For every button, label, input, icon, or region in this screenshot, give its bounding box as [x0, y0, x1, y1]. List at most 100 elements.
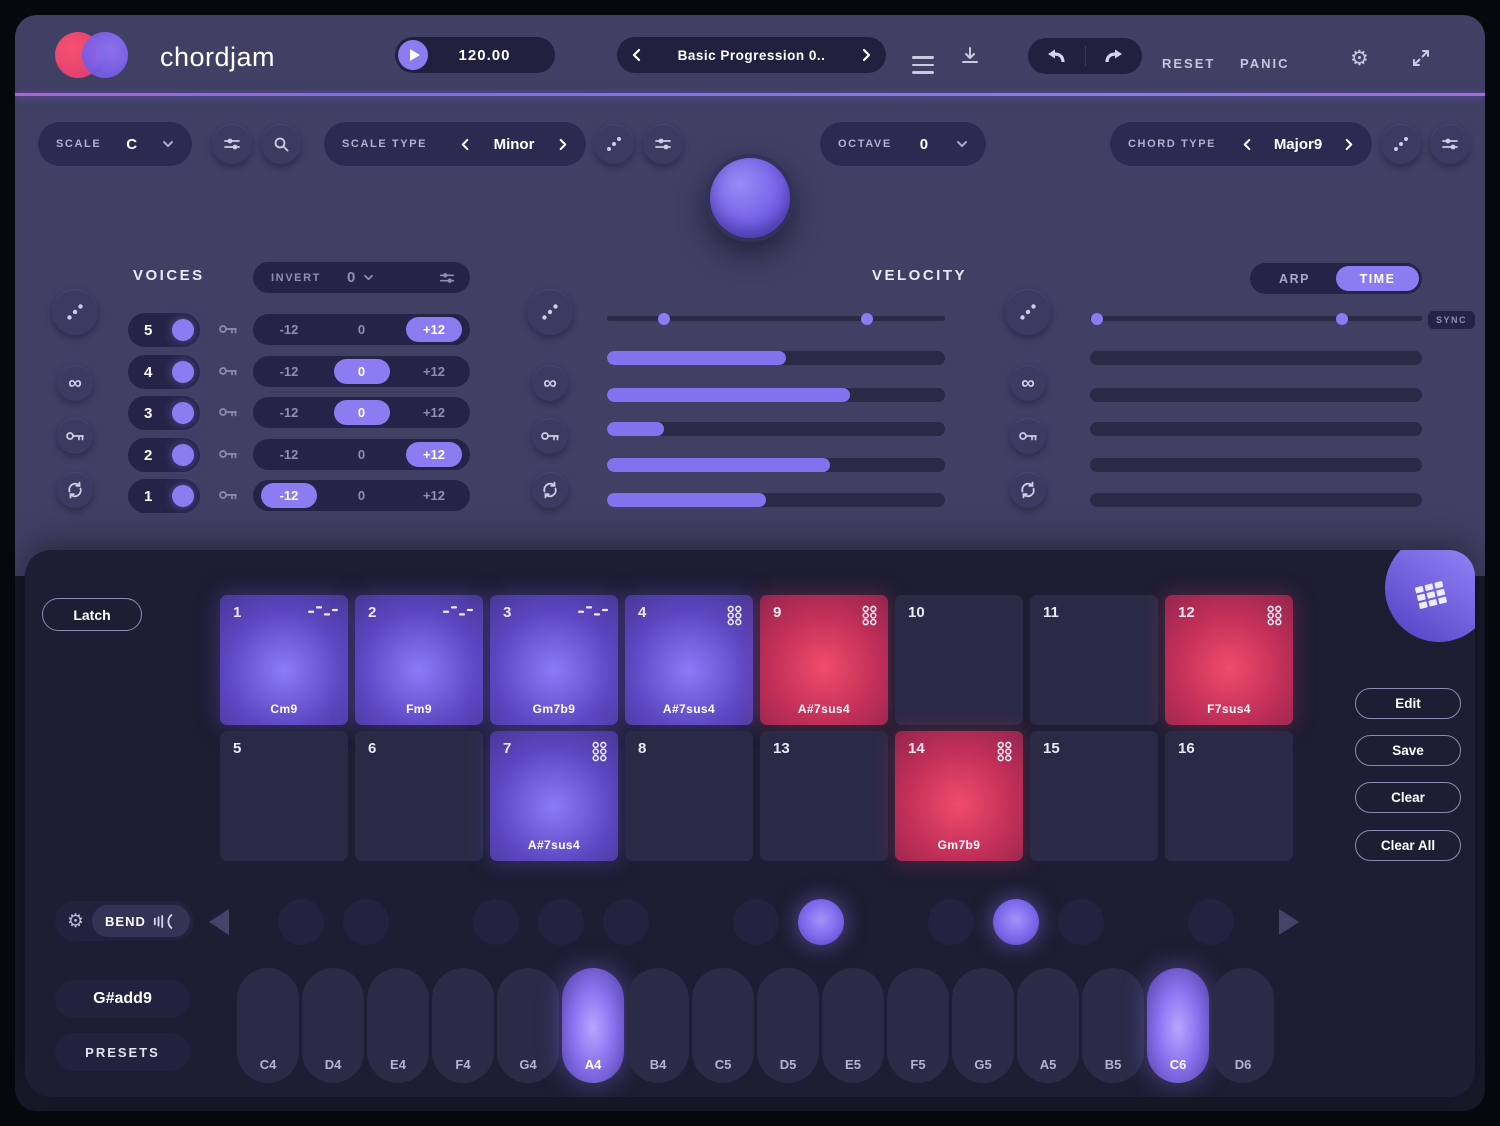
- opt-zero[interactable]: 0: [334, 400, 390, 425]
- black-key-Csharp5[interactable]: [733, 899, 779, 945]
- key-G4[interactable]: G4: [497, 968, 559, 1083]
- voices-infinity-button[interactable]: ∞: [57, 365, 93, 401]
- pad-2[interactable]: 2 Fm9: [355, 595, 483, 725]
- bend-toggle[interactable]: BEND: [92, 905, 190, 937]
- key-icon[interactable]: [218, 488, 238, 507]
- velocity-bar-2[interactable]: [607, 388, 945, 402]
- pad-14[interactable]: 14 Gm7b9: [895, 731, 1023, 861]
- preset-next-button[interactable]: [860, 48, 872, 62]
- velocity-random-button[interactable]: [527, 289, 573, 335]
- voice-on-toggle[interactable]: [172, 319, 194, 341]
- time-bar-1[interactable]: [1090, 351, 1422, 365]
- resize-button[interactable]: [1411, 48, 1431, 71]
- key-F5[interactable]: F5: [887, 968, 949, 1083]
- octave-left-arrow[interactable]: [209, 909, 229, 935]
- scale-sliders-button[interactable]: [212, 124, 252, 164]
- opt-minus12[interactable]: -12: [261, 400, 317, 425]
- preset-prev-button[interactable]: [631, 48, 643, 62]
- key-D6[interactable]: D6: [1212, 968, 1274, 1083]
- time-infinity-button[interactable]: ∞: [1010, 365, 1046, 401]
- pad-12[interactable]: 12 F7sus4: [1165, 595, 1293, 725]
- voice-on-toggle[interactable]: [172, 361, 194, 383]
- voices-random-button[interactable]: [52, 289, 98, 335]
- opt-plus12[interactable]: +12: [406, 400, 462, 425]
- key-A5[interactable]: A5: [1017, 968, 1079, 1083]
- key-F4[interactable]: F4: [432, 968, 494, 1083]
- time-range-handle-high[interactable]: [1336, 313, 1348, 325]
- pad-4[interactable]: 4 A#7sus4: [625, 595, 753, 725]
- black-key-Fsharp4[interactable]: [473, 899, 519, 945]
- opt-zero[interactable]: 0: [334, 359, 390, 384]
- panic-button[interactable]: PANIC: [1240, 56, 1289, 71]
- chord-settings-button[interactable]: [1430, 124, 1470, 164]
- velocity-range-handle-low[interactable]: [658, 313, 670, 325]
- velocity-bar-4[interactable]: [607, 458, 945, 472]
- velocity-bar-5[interactable]: [607, 493, 945, 507]
- time-reset-button[interactable]: [1010, 472, 1046, 508]
- voice-on-toggle[interactable]: [172, 485, 194, 507]
- velocity-range-handle-high[interactable]: [861, 313, 873, 325]
- voice-row-1[interactable]: 1: [128, 479, 200, 513]
- invert-sliders-button[interactable]: [438, 269, 456, 287]
- voice-on-toggle[interactable]: [172, 402, 194, 424]
- time-random-button[interactable]: [1005, 289, 1051, 335]
- key-C6[interactable]: C6: [1147, 968, 1209, 1083]
- velocity-range-slider[interactable]: [607, 316, 945, 321]
- scale-detect-button[interactable]: [261, 124, 301, 164]
- pad-5[interactable]: 5: [220, 731, 348, 861]
- key-A4[interactable]: A4: [562, 968, 624, 1083]
- pad-9[interactable]: 9 A#7sus4: [760, 595, 888, 725]
- key-B5[interactable]: B5: [1082, 968, 1144, 1083]
- voice-on-toggle[interactable]: [172, 444, 194, 466]
- scale-settings-button[interactable]: [643, 124, 683, 164]
- opt-plus12[interactable]: +12: [406, 483, 462, 508]
- scale-random-button[interactable]: [594, 124, 634, 164]
- chord-type-next-button[interactable]: [1343, 138, 1354, 151]
- opt-plus12[interactable]: +12: [406, 359, 462, 384]
- chord-type-prev-button[interactable]: [1242, 138, 1253, 151]
- pad-8[interactable]: 8: [625, 731, 753, 861]
- clear-all-button[interactable]: Clear All: [1355, 830, 1461, 861]
- pad-11[interactable]: 11: [1030, 595, 1158, 725]
- opt-zero[interactable]: 0: [334, 317, 390, 342]
- pad-15[interactable]: 15: [1030, 731, 1158, 861]
- key-E5[interactable]: E5: [822, 968, 884, 1083]
- key-icon[interactable]: [218, 322, 238, 341]
- sync-badge[interactable]: SYNC: [1428, 311, 1475, 329]
- clear-button[interactable]: Clear: [1355, 782, 1461, 813]
- chord-random-button[interactable]: [1381, 124, 1421, 164]
- presets-button[interactable]: PRESETS: [55, 1033, 190, 1071]
- octave-right-arrow[interactable]: [1279, 909, 1299, 935]
- black-key-Gsharp5[interactable]: [993, 899, 1039, 945]
- voice-row-5[interactable]: 5: [128, 313, 200, 347]
- voice-row-3[interactable]: 3: [128, 396, 200, 430]
- black-key-Asharp5[interactable]: [1058, 899, 1104, 945]
- key-C5[interactable]: C5: [692, 968, 754, 1083]
- opt-minus12[interactable]: -12: [261, 317, 317, 342]
- black-key-Dsharp4[interactable]: [343, 899, 389, 945]
- time-bar-5[interactable]: [1090, 493, 1422, 507]
- key-C4[interactable]: C4: [237, 968, 299, 1083]
- velocity-lock-button[interactable]: [532, 418, 568, 454]
- time-range-handle-low[interactable]: [1091, 313, 1103, 325]
- preset-name[interactable]: Basic Progression 0..: [678, 48, 826, 63]
- main-knob[interactable]: [706, 154, 794, 242]
- opt-zero[interactable]: 0: [334, 483, 390, 508]
- bpm-display[interactable]: 120.00: [428, 47, 541, 64]
- key-icon[interactable]: [218, 447, 238, 466]
- tab-time[interactable]: TIME: [1336, 266, 1419, 291]
- black-key-Csharp4[interactable]: [278, 899, 324, 945]
- velocity-bar-3[interactable]: [607, 422, 945, 436]
- redo-button[interactable]: [1086, 38, 1143, 74]
- opt-minus12[interactable]: -12: [261, 483, 317, 508]
- scale-type-next-button[interactable]: [557, 138, 568, 151]
- download-button[interactable]: [959, 45, 981, 70]
- settings-gear-icon[interactable]: ⚙: [1350, 48, 1369, 69]
- scale-type-prev-button[interactable]: [460, 138, 471, 151]
- black-key-Csharp6[interactable]: [1188, 899, 1234, 945]
- pad-1[interactable]: 1 Cm9: [220, 595, 348, 725]
- keyboard-settings-button[interactable]: ⚙: [67, 912, 84, 931]
- key-icon[interactable]: [218, 405, 238, 424]
- pad-3[interactable]: 3 Gm7b9: [490, 595, 618, 725]
- key-D4[interactable]: D4: [302, 968, 364, 1083]
